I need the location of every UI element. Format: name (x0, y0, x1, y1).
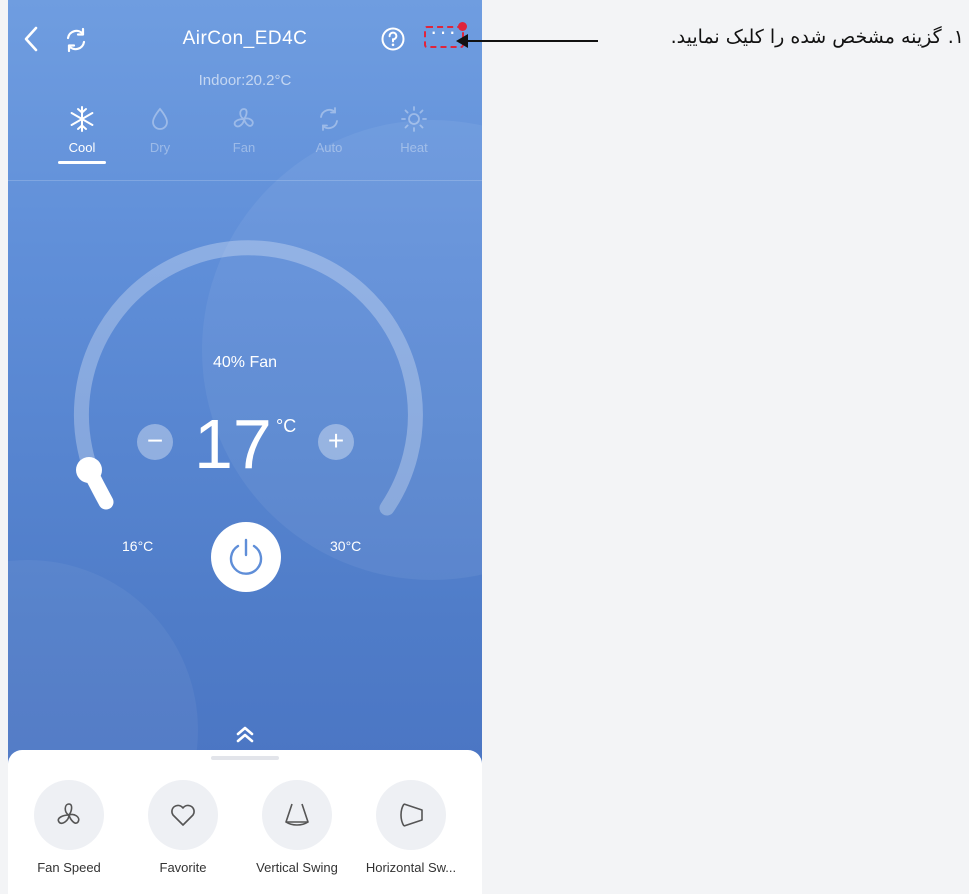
tab-heat[interactable]: Heat (384, 104, 444, 155)
arrow-line (458, 40, 598, 42)
max-temperature-label: 30°C (330, 538, 362, 554)
fan-speed-button[interactable]: Fan Speed (13, 780, 125, 875)
more-dots-icon: ··· (430, 19, 458, 44)
decrease-temperature-button[interactable]: − (137, 424, 173, 460)
tab-label: Auto (315, 140, 343, 155)
heart-icon (171, 804, 195, 826)
tab-label: Fan (232, 140, 256, 155)
power-icon (229, 538, 263, 575)
horizontal-swing-button[interactable]: Horizontal Sw... (355, 780, 467, 875)
temperature-value: 17 (194, 405, 272, 483)
instruction-callout: ۱. گزینه مشخص شده را کلیک نمایید. (456, 26, 964, 56)
vertical-swing-icon (285, 803, 309, 826)
snowflake-icon (70, 106, 94, 132)
active-tab-indicator (58, 161, 106, 164)
tab-label: Heat (400, 140, 428, 155)
auto-cycle-icon (320, 107, 338, 131)
expand-chevron-icon[interactable] (233, 725, 257, 743)
tab-auto[interactable]: Auto (299, 104, 359, 155)
tab-dry[interactable]: Dry (130, 104, 190, 155)
tab-fan[interactable]: Fan (214, 104, 274, 155)
temperature-control: − 17 °C + (8, 402, 482, 492)
min-temperature-label: 16°C (122, 538, 154, 554)
tab-label: Cool (68, 140, 96, 155)
function-label: Horizontal Sw... (365, 860, 457, 875)
dial-arc (73, 240, 423, 516)
function-panel: Fan Speed Favorite Vertical Swing Horizo… (8, 750, 482, 894)
function-label: Favorite (159, 860, 207, 875)
droplet-icon (152, 107, 168, 130)
function-label: Fan Speed (37, 860, 101, 875)
tab-label: Dry (149, 140, 171, 155)
tab-cool[interactable]: Cool (52, 104, 112, 164)
horizontal-swing-icon (400, 803, 423, 827)
fan-speed-icon (57, 803, 80, 825)
aircon-app-screen: AirCon_ED4C ··· Indoor:20.2°C Cool Dry F… (8, 0, 482, 894)
panel-drag-handle[interactable] (211, 756, 279, 760)
mode-tabs: Cool Dry Fan Auto Heat (8, 104, 482, 181)
vertical-swing-button[interactable]: Vertical Swing (241, 780, 353, 875)
top-bar: AirCon_ED4C ··· (8, 20, 482, 60)
increase-temperature-button[interactable]: + (318, 424, 354, 460)
sun-icon (401, 106, 427, 132)
fan-level-label: 40% Fan (212, 354, 278, 371)
temperature-unit: °C (276, 416, 297, 436)
device-title: AirCon_ED4C (182, 28, 308, 49)
help-icon[interactable] (380, 26, 406, 52)
temperature-dial: 40% Fan − 17 °C + 16°C 30°C (8, 240, 482, 592)
indoor-temperature: Indoor:20.2°C (198, 72, 292, 89)
favorite-button[interactable]: Favorite (127, 780, 239, 875)
instruction-text: ۱. گزینه مشخص شده را کلیک نمایید. (670, 26, 964, 48)
function-label: Vertical Swing (256, 860, 338, 875)
power-button[interactable] (211, 522, 281, 592)
fan-icon (233, 108, 254, 128)
